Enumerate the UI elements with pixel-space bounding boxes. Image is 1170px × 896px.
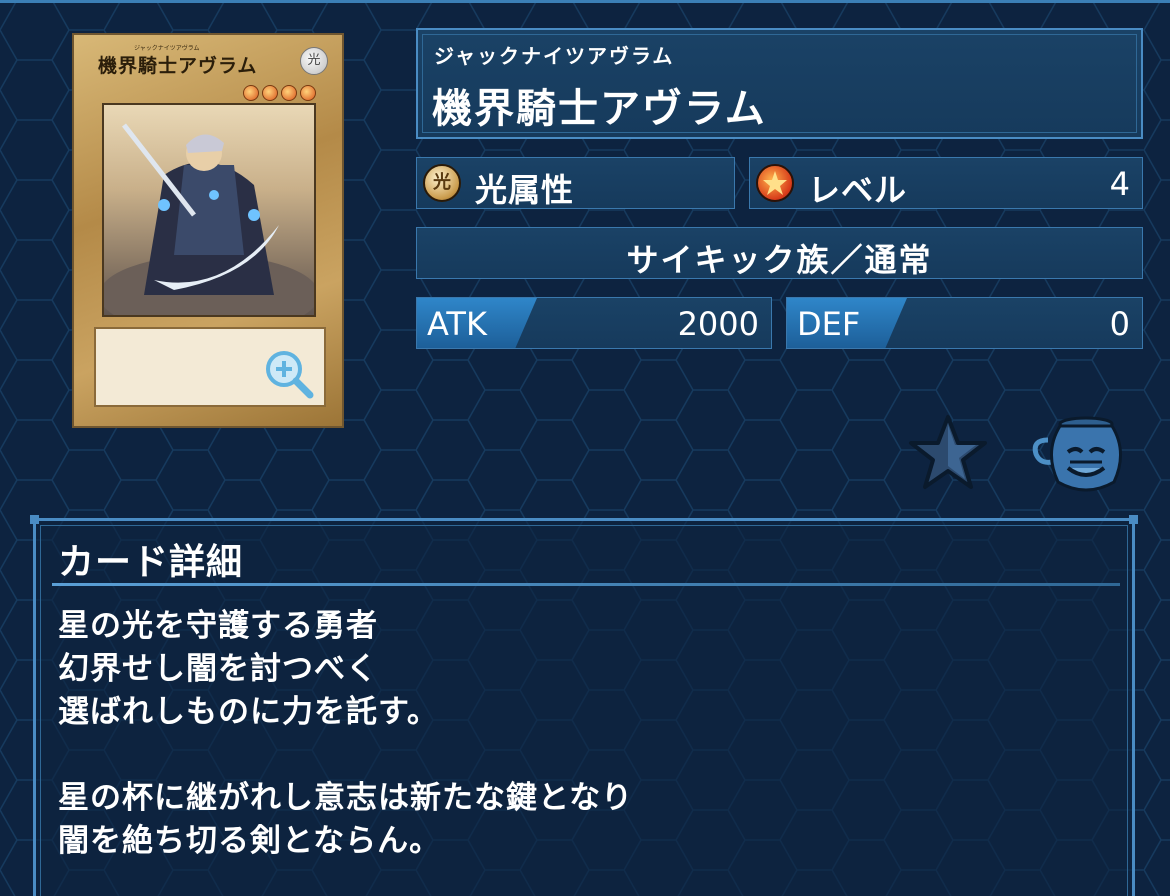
card-details-title: カード詳細 [58,542,244,583]
atk-panel: ATK 2000 [416,297,772,349]
top-border [0,0,1170,3]
level-star-icon [262,85,278,101]
card-details-panel: カード詳細 星の光を守護する勇者 幻界せし闇を討つべく 選ばれしものに力を託す。… [30,515,1138,896]
monster-type: サイキック族／通常 [626,241,933,279]
def-value: 0 [1109,305,1130,343]
level-panel: レベル 4 [749,157,1143,209]
level-value: 4 [1109,165,1130,203]
card-text-box [94,327,326,407]
attribute-panel: 光 光属性 [416,157,735,209]
card-image-name: 機界騎士アヴラム [98,55,258,77]
atk-value: 2000 [677,305,759,343]
card-name-panel: ジャックナイツアヴラム 機界騎士アヴラム [416,28,1143,139]
pot-of-greed-icon[interactable] [1030,412,1126,494]
level-label: レベル [808,171,908,209]
card-image-attribute-icon: 光 [300,47,328,75]
level-star-icon [756,164,794,202]
level-star-icon [243,85,259,101]
light-attribute-icon: 光 [423,164,461,202]
atk-label: ATK [427,305,487,343]
panel-corner [1129,515,1138,524]
card-name-ruby: ジャックナイツアヴラム [434,44,675,68]
card-artwork [102,103,316,317]
card-name-title: 機界騎士アヴラム [432,86,767,132]
magnify-plus-icon[interactable] [262,347,314,399]
card-flavor-text: 星の光を守護する勇者 幻界せし闇を討つべく 選ばれしものに力を託す。 星の杯に継… [58,608,634,859]
level-star-icon [281,85,297,101]
star-icon[interactable] [908,413,988,493]
attribute-label: 光属性 [475,171,575,209]
panel-corner [30,515,39,524]
card-details-divider [52,583,1120,586]
type-panel: サイキック族／通常 [416,227,1143,279]
def-label: DEF [797,305,861,343]
card-image[interactable]: ジャックナイツアヴラム 機界騎士アヴラム 光 [72,33,344,428]
level-star-icon [300,85,316,101]
def-panel: DEF 0 [786,297,1143,349]
card-image-level-stars [243,85,316,101]
